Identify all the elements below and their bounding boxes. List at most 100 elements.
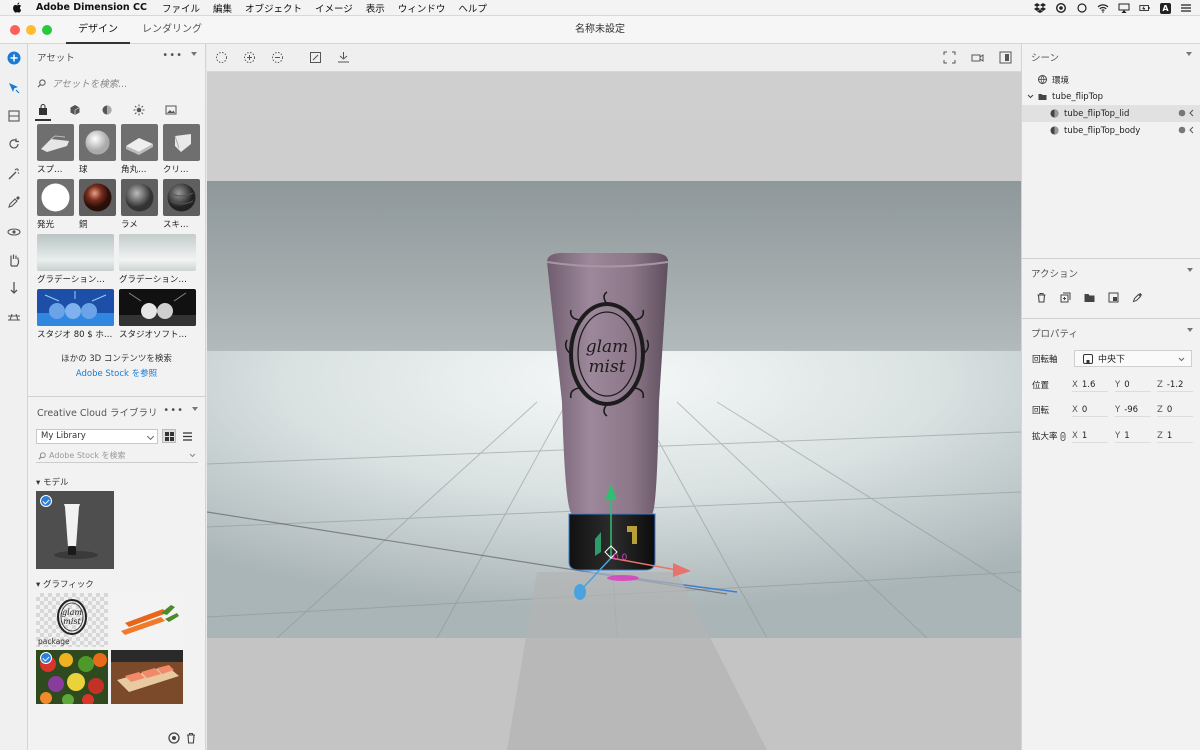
material-icon[interactable] bbox=[1178, 109, 1186, 117]
pivot-dropdown[interactable]: 中央下 bbox=[1074, 350, 1192, 367]
chevron-left-icon[interactable] bbox=[1189, 109, 1194, 117]
category-models[interactable] bbox=[35, 104, 51, 121]
app-name-menu[interactable]: Adobe Dimension CC bbox=[36, 2, 147, 13]
place-on-ground-icon[interactable] bbox=[1108, 292, 1119, 303]
category-images[interactable] bbox=[165, 104, 177, 116]
material-icon[interactable] bbox=[1178, 126, 1186, 134]
models-section-toggle[interactable]: ▾ モデル bbox=[36, 476, 68, 488]
dolly-tool[interactable] bbox=[6, 280, 22, 296]
menu-file[interactable]: ファイル bbox=[162, 1, 200, 15]
input-source-indicator[interactable]: A bbox=[1160, 2, 1171, 14]
close-window-button[interactable] bbox=[10, 25, 20, 35]
graphics-section-toggle[interactable]: ▾ グラフィック bbox=[36, 578, 94, 590]
airplay-icon[interactable] bbox=[1118, 3, 1130, 13]
orbit-tool[interactable] bbox=[6, 224, 22, 240]
library-graphic-carrots[interactable] bbox=[111, 593, 183, 647]
delete-icon[interactable] bbox=[1036, 292, 1047, 303]
frame-selection-icon[interactable] bbox=[309, 51, 322, 64]
cc-sync-icon[interactable] bbox=[168, 732, 180, 744]
cc-library-collapse-icon[interactable] bbox=[192, 407, 198, 411]
scene-item-tube-body[interactable]: tube_flipTop_body bbox=[1022, 122, 1200, 139]
properties-collapse-icon[interactable] bbox=[1187, 328, 1193, 332]
select-subtract-icon[interactable] bbox=[271, 51, 284, 64]
sample-eyedropper-icon[interactable] bbox=[1132, 292, 1143, 303]
battery-icon[interactable] bbox=[1139, 3, 1151, 13]
asset-tile-studio-light[interactable]: スタジオ 80 $ ホ… bbox=[37, 289, 114, 340]
menu-view[interactable]: 表示 bbox=[366, 1, 385, 15]
list-view-button[interactable] bbox=[180, 429, 194, 443]
scene-item-tube-lid[interactable]: tube_flipTop_lid bbox=[1022, 105, 1200, 122]
menu-help[interactable]: ヘルプ bbox=[458, 1, 487, 15]
menubar-list-icon[interactable] bbox=[1180, 3, 1192, 13]
assets-collapse-icon[interactable] bbox=[191, 52, 197, 56]
trash-icon[interactable] bbox=[186, 732, 196, 744]
cc-icon[interactable] bbox=[1055, 3, 1067, 13]
category-materials[interactable] bbox=[69, 104, 81, 116]
scale-x-field[interactable]: X1 bbox=[1072, 429, 1108, 443]
asset-tile-skin[interactable]: スキ… bbox=[163, 179, 200, 230]
library-select[interactable]: My Library bbox=[36, 428, 158, 444]
asset-tile-rounded-cube[interactable]: 角丸… bbox=[121, 124, 158, 175]
scale-z-field[interactable]: Z1 bbox=[1157, 429, 1193, 443]
link-proportions-icon[interactable] bbox=[1060, 431, 1066, 441]
asset-tile-glow[interactable]: 発光 bbox=[37, 179, 74, 230]
dropbox-icon[interactable] bbox=[1034, 3, 1046, 13]
marquee-select-icon[interactable] bbox=[215, 51, 228, 64]
snap-to-ground-icon[interactable] bbox=[337, 51, 350, 64]
magic-wand-tool[interactable] bbox=[6, 166, 22, 182]
asset-tile-studio-soft[interactable]: スタジオソフト… bbox=[119, 289, 196, 340]
ring-icon[interactable] bbox=[1076, 3, 1088, 13]
asset-tile-gradient-light-2[interactable]: グラデーション… bbox=[119, 234, 196, 285]
asset-tile-gradient-light-1[interactable]: グラデーション… bbox=[37, 234, 114, 285]
fit-view-icon[interactable] bbox=[943, 51, 956, 64]
duplicate-icon[interactable] bbox=[1060, 292, 1071, 303]
asset-tile-glitter[interactable]: ラメ bbox=[121, 179, 158, 230]
scene-collapse-icon[interactable] bbox=[1186, 52, 1192, 56]
stock-search-field[interactable]: Adobe Stock を検索 bbox=[36, 449, 198, 463]
scale-y-field[interactable]: Y1 bbox=[1115, 429, 1151, 443]
group-folder-icon[interactable] bbox=[1084, 292, 1095, 303]
tab-render[interactable]: レンダリング bbox=[130, 16, 214, 44]
add-button[interactable] bbox=[6, 50, 22, 66]
position-x-field[interactable]: X 1.6 bbox=[1072, 378, 1108, 392]
camera-bookmark-icon[interactable] bbox=[971, 51, 984, 64]
minimize-window-button[interactable] bbox=[26, 25, 36, 35]
library-graphic-vegetables[interactable] bbox=[36, 650, 108, 704]
apple-icon[interactable] bbox=[12, 2, 22, 13]
actions-collapse-icon[interactable] bbox=[1187, 268, 1193, 272]
asset-tile-clip[interactable]: クリ… bbox=[163, 124, 200, 175]
rotation-z-field[interactable]: Z0 bbox=[1157, 403, 1193, 417]
rotation-x-field[interactable]: X0 bbox=[1072, 403, 1108, 417]
category-lights[interactable] bbox=[101, 104, 113, 116]
zoom-window-button[interactable] bbox=[42, 25, 52, 35]
chevron-left-icon[interactable] bbox=[1189, 126, 1194, 134]
grid-view-button[interactable] bbox=[162, 429, 176, 443]
chevron-down-icon[interactable] bbox=[1027, 94, 1034, 99]
menu-image[interactable]: イメージ bbox=[315, 1, 353, 15]
select-add-icon[interactable] bbox=[243, 51, 256, 64]
menu-edit[interactable]: 編集 bbox=[213, 1, 232, 15]
category-environment[interactable] bbox=[133, 104, 145, 116]
rotate-tool[interactable] bbox=[6, 136, 22, 152]
render-preview-icon[interactable] bbox=[999, 51, 1012, 64]
scene-item-environment[interactable]: 環境 bbox=[1022, 71, 1200, 88]
scene-item-tube-group[interactable]: tube_flipTop bbox=[1022, 88, 1200, 105]
adobe-stock-link[interactable]: Adobe Stock を参照 bbox=[28, 367, 205, 379]
3d-viewport[interactable]: glam mist 0.0 bbox=[207, 72, 1021, 750]
asset-tile-sphere[interactable]: 球 bbox=[79, 124, 116, 175]
cc-library-more-menu[interactable]: ••• bbox=[163, 405, 184, 416]
library-graphic-sushi[interactable] bbox=[111, 650, 183, 704]
asset-tile-copper[interactable]: 銅 bbox=[79, 179, 116, 230]
move-tool[interactable] bbox=[6, 108, 22, 124]
eyedropper-tool[interactable] bbox=[6, 194, 22, 210]
tab-design[interactable]: デザイン bbox=[66, 16, 130, 44]
asset-search-field[interactable]: アセットを検索... bbox=[28, 70, 205, 96]
asset-tile-spray[interactable]: スプ… bbox=[37, 124, 74, 175]
menu-window[interactable]: ウィンドウ bbox=[398, 1, 446, 15]
pan-tool[interactable] bbox=[6, 252, 22, 268]
library-graphic-package[interactable]: glam mist package bbox=[36, 593, 108, 647]
assets-more-menu[interactable]: ••• bbox=[162, 50, 183, 61]
position-y-field[interactable]: Y0 bbox=[1115, 378, 1151, 392]
position-z-field[interactable]: Z -1.2 bbox=[1157, 378, 1193, 392]
rotation-y-field[interactable]: Y -96 bbox=[1115, 403, 1151, 417]
